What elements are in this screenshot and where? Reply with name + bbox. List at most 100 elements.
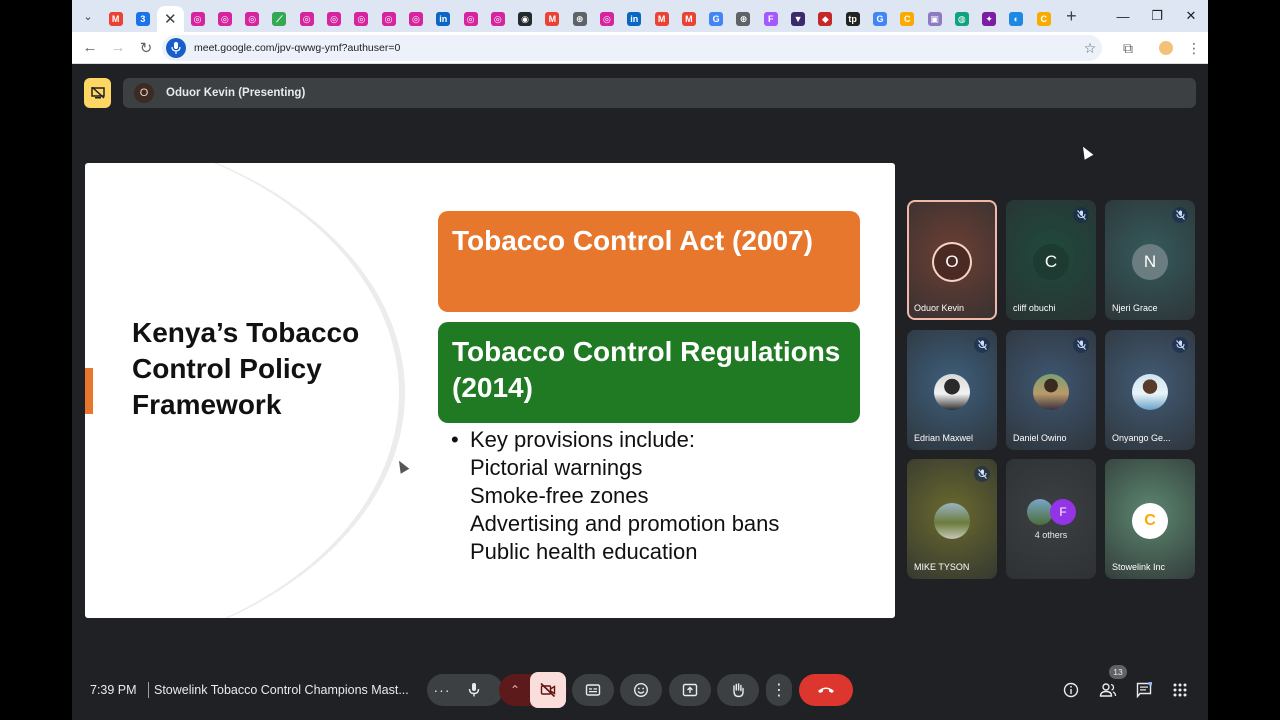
instagram-icon: ◎ [217,12,232,26]
tab-item[interactable]: ◉ [511,6,538,32]
participant-name: Onyango Ge... [1112,433,1171,443]
participant-tile[interactable]: Onyango Ge... [1105,330,1195,450]
restore-icon[interactable]: ❐ [1140,0,1174,32]
browser-menu-icon[interactable]: ⋮ [1180,34,1208,62]
extensions-icon[interactable]: ⧉ [1114,34,1142,62]
tab-item[interactable]: ✦ [976,6,1003,32]
tab-item[interactable]: C [894,6,921,32]
tab-item[interactable]: ⟋ [266,6,293,32]
provision-item: Smoke-free zones [470,483,649,508]
slide-box-act: Tobacco Control Act (2007) [438,211,860,312]
tab-item[interactable]: ◎ [293,6,320,32]
stowelink-logo-icon: C [1144,512,1156,529]
participant-tile[interactable]: C Stowelink Inc [1105,459,1195,579]
stop-presenting-icon[interactable] [84,78,111,108]
mic-off-icon [1172,207,1188,223]
tab-item[interactable]: M [675,6,702,32]
tab-item[interactable]: ⊕ [566,6,593,32]
tab-item[interactable]: M [648,6,675,32]
participant-tile[interactable]: O Oduor Kevin [907,200,997,320]
tab-item[interactable]: G [866,6,893,32]
captions-button[interactable] [572,674,614,706]
tab-item[interactable]: ◍ [948,6,975,32]
meeting-title[interactable]: Stowelink Tobacco Control Champions Mast… [154,683,409,697]
new-tab-button[interactable]: + [1059,4,1083,28]
tab-item[interactable]: ◎ [375,6,402,32]
tab-item[interactable]: ◆ [812,6,839,32]
camera-off-button[interactable] [530,672,566,708]
instagram-icon: ◎ [245,12,260,26]
tab-item[interactable]: ◎ [457,6,484,32]
chat-icon[interactable] [1134,680,1154,700]
minimize-icon[interactable]: — [1106,0,1140,32]
globe-icon: ⊕ [572,12,587,26]
participant-tile[interactable]: N Njeri Grace [1105,200,1195,320]
provision-item: Advertising and promotion bans [470,511,780,536]
address-bar[interactable]: meet.google.com/jpv-qwwg-ymf?authuser=0 [162,35,1102,61]
profile-avatar[interactable] [1152,34,1180,62]
tab-item[interactable]: ◎ [402,6,429,32]
tab-item[interactable]: in [430,6,457,32]
more-options-button[interactable]: ⋮ [766,674,792,706]
tab-item[interactable]: ◐ [1003,6,1030,32]
tab-item[interactable]: M [539,6,566,32]
instagram-icon: ◎ [463,12,478,26]
participant-tile[interactable]: Edrian Maxwel [907,330,997,450]
back-icon[interactable]: ← [76,34,104,62]
present-screen-button[interactable] [669,674,711,706]
participant-tile[interactable]: MIKE TYSON [907,459,997,579]
others-tile[interactable]: F 4 others [1006,459,1096,579]
close-window-icon[interactable]: ✕ [1174,0,1208,32]
microphone-button[interactable] [457,674,491,706]
tab-item[interactable]: ◎ [484,6,511,32]
hang-up-icon [818,687,834,693]
leave-call-button[interactable] [799,674,853,706]
more-audio-options-icon[interactable]: ··· [427,682,457,698]
tab-item[interactable]: ◎ [348,6,375,32]
tab-item[interactable]: ⊕ [730,6,757,32]
tab-item[interactable]: ◎ [320,6,347,32]
microphone-in-use-icon[interactable] [166,38,186,58]
participant-tile[interactable]: Ccliff obuchi [1006,200,1096,320]
linkedin-icon: in [436,12,451,26]
participant-tile[interactable]: Daniel Owino [1006,330,1096,450]
camera-options-chevron-icon[interactable]: ⌃ [500,683,530,697]
tab-item[interactable]: ◎ [238,6,265,32]
meeting-details-icon[interactable] [1061,680,1081,700]
camera-off-icon [540,682,556,698]
provision-item: Public health education [470,539,698,564]
tab-active[interactable]: ✕ [156,6,184,32]
participant-photo [934,374,970,410]
tab-item[interactable]: 3 [129,6,156,32]
mic-off-icon [974,466,990,482]
browser-window: ⌄ M 3 ✕ ◎ ◎ ◎ ⟋ ◎ ◎ ◎ ◎ ◎ in ◎ ◎ ◉ M ⊕ ◎ in M M G ⊕ F ▼ ◆ tp G C ▣ ◍ ✦ ◐ C… [72,0,1208,720]
forward-icon[interactable]: → [104,34,132,62]
tab-search-icon[interactable]: ⌄ [76,4,100,28]
tab-item[interactable]: C [1030,6,1057,32]
people-icon[interactable] [1098,680,1118,700]
emoji-icon [633,682,649,698]
emoji-reaction-button[interactable] [620,674,662,706]
tab-item[interactable]: ◎ [593,6,620,32]
raise-hand-button[interactable] [717,674,759,706]
tab-item[interactable]: ◎ [211,6,238,32]
participant-name: Njeri Grace [1112,303,1158,313]
bookmark-star-icon[interactable]: ☆ [1076,34,1104,62]
captions-icon [585,684,601,696]
tab-item[interactable]: ▣ [921,6,948,32]
slide-accent-bar [85,368,93,414]
reload-icon[interactable]: ↻ [132,34,160,62]
activities-grid-icon[interactable] [1170,680,1190,700]
tab-item[interactable]: in [621,6,648,32]
instagram-icon: ◎ [490,12,505,26]
tab-item[interactable]: ◎ [184,6,211,32]
participant-name: Daniel Owino [1013,433,1067,443]
tab-item[interactable]: ▼ [784,6,811,32]
meet-control-bar: 7:39 PM Stowelink Tobacco Control Champi… [72,668,1208,712]
audio-control-group: ··· [427,674,503,706]
tab-item[interactable]: G [703,6,730,32]
tab-item[interactable]: F [757,6,784,32]
tab-item[interactable]: M [102,6,129,32]
meet-header: O Oduor Kevin (Presenting) [84,78,1196,108]
tab-item[interactable]: tp [839,6,866,32]
